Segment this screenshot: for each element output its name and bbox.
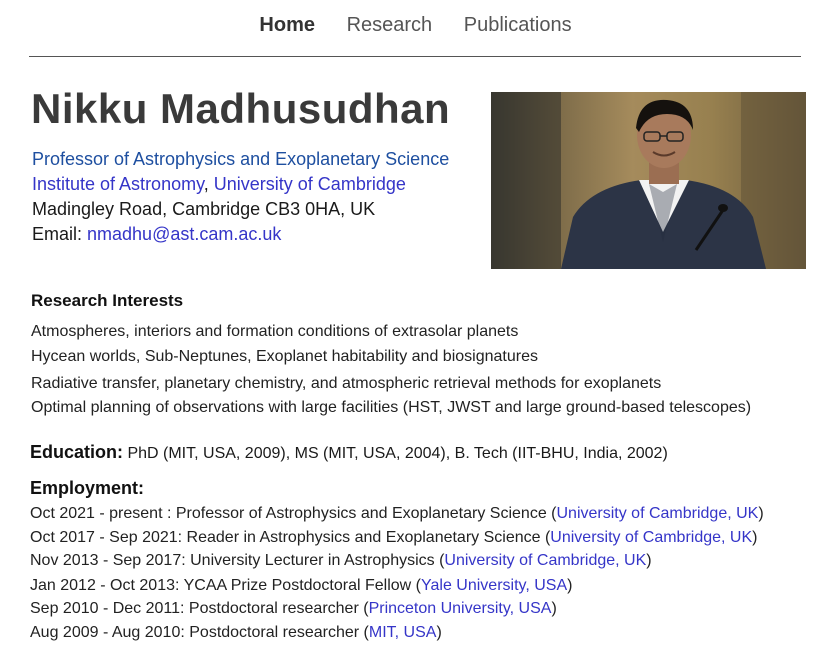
employer-link[interactable]: MIT, USA: [369, 624, 437, 641]
employment-heading: Employment:: [30, 478, 145, 498]
research-item: Optimal planning of observations with la…: [31, 399, 752, 416]
employment-item: Sep 2010 - Dec 2011: Postdoctoral resear…: [30, 600, 557, 618]
email-line: Email: nmadhu@ast.cam.ac.uk: [32, 224, 281, 245]
affiliation-separator: ,: [203, 174, 209, 194]
employment-close: ): [758, 505, 764, 522]
employment-close: ): [752, 529, 758, 546]
affiliation: Institute of Astronomy, University of Ca…: [32, 174, 406, 195]
research-item: Radiative transfer, planetary chemistry,…: [31, 375, 662, 392]
email-link[interactable]: nmadhu@ast.cam.ac.uk: [87, 224, 281, 244]
nav-publications-link[interactable]: Publications: [464, 14, 572, 36]
research-item: Hycean worlds, Sub-Neptunes, Exoplanet h…: [31, 348, 538, 365]
employment-close: ): [551, 600, 557, 617]
education-text: PhD (MIT, USA, 2009), MS (MIT, USA, 2004…: [123, 445, 668, 462]
employment-text: Aug 2009 - Aug 2010: Postdoctoral resear…: [30, 624, 369, 641]
employment-item: Oct 2017 - Sep 2021: Reader in Astrophys…: [30, 529, 757, 547]
employer-link[interactable]: University of Cambridge, UK: [550, 529, 752, 546]
university-link[interactable]: University of Cambridge: [214, 174, 406, 194]
employer-link[interactable]: University of Cambridge, UK: [556, 505, 758, 522]
research-item: Atmospheres, interiors and formation con…: [31, 323, 519, 340]
employment-item: Aug 2009 - Aug 2010: Postdoctoral resear…: [30, 624, 442, 642]
education-line: Education: PhD (MIT, USA, 2009), MS (MIT…: [30, 442, 668, 463]
institute-link[interactable]: Institute of Astronomy: [32, 174, 204, 194]
employment-item: Oct 2021 - present : Professor of Astrop…: [30, 505, 764, 523]
employment-close: ): [646, 552, 652, 569]
employment-item: Nov 2013 - Sep 2017: University Lecturer…: [30, 552, 652, 570]
address: Madingley Road, Cambridge CB3 0HA, UK: [32, 199, 376, 219]
employment-text: Jan 2012 - Oct 2013: YCAA Prize Postdoct…: [30, 577, 422, 594]
header-divider: [29, 56, 801, 57]
employment-text: Oct 2017 - Sep 2021: Reader in Astrophys…: [30, 529, 551, 546]
employment-text: Nov 2013 - Sep 2017: University Lecturer…: [30, 552, 445, 569]
job-title: Professor of Astrophysics and Exoplaneta…: [32, 149, 450, 169]
nav-research-link[interactable]: Research: [347, 14, 433, 36]
profile-photo: [491, 92, 806, 269]
email-label: Email:: [32, 224, 88, 244]
employment-close: ): [567, 577, 573, 594]
employer-link[interactable]: University of Cambridge, UK: [444, 552, 646, 569]
top-nav: Home Research Publications: [0, 14, 831, 37]
employer-link[interactable]: Yale University, USA: [421, 577, 567, 594]
employment-text: Sep 2010 - Dec 2011: Postdoctoral resear…: [30, 600, 369, 617]
employment-text: Oct 2021 - present : Professor of Astrop…: [30, 505, 557, 522]
employer-link[interactable]: Princeton University, USA: [369, 600, 552, 617]
page-title: Nikku Madhusudhan: [31, 85, 451, 132]
education-heading: Education:: [30, 442, 123, 462]
research-interests-heading: Research Interests: [31, 291, 184, 310]
nav-home-link[interactable]: Home: [259, 14, 315, 36]
employment-close: ): [436, 624, 442, 641]
portrait-image: [491, 92, 806, 269]
employment-item: Jan 2012 - Oct 2013: YCAA Prize Postdoct…: [30, 577, 572, 595]
